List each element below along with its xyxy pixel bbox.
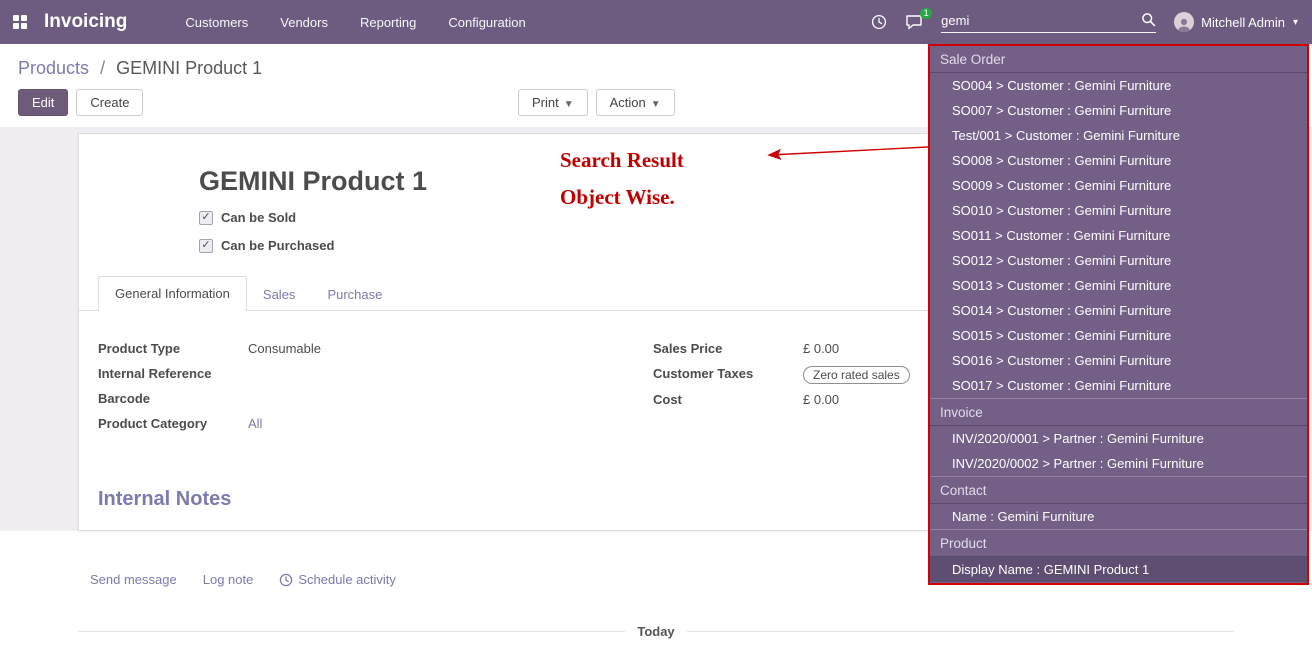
schedule-activity-link[interactable]: Schedule activity xyxy=(279,572,396,587)
can-be-sold-checkbox[interactable]: ✓ xyxy=(199,211,213,225)
today-label: Today xyxy=(637,624,674,639)
field-column-left: Product Type Consumable Internal Referen… xyxy=(98,341,653,441)
breadcrumb-separator: / xyxy=(100,58,105,78)
annotation-text: Search Result Object Wise. xyxy=(560,148,684,222)
send-message-link[interactable]: Send message xyxy=(90,572,177,587)
section-header-contact: Contact xyxy=(930,476,1307,504)
search-result-item[interactable]: SO009 > Customer : Gemini Furniture xyxy=(930,173,1307,198)
systray: 1 Mitchell Admin ▾ xyxy=(871,12,1298,33)
search-result-item[interactable]: SO016 > Customer : Gemini Furniture xyxy=(930,348,1307,373)
field-label: Product Category xyxy=(98,416,248,433)
can-be-purchased-checkbox[interactable]: ✓ xyxy=(199,239,213,253)
annotation-arrow xyxy=(758,140,933,164)
can-be-sold-label: Can be Sold xyxy=(221,210,296,225)
tab-general-information[interactable]: General Information xyxy=(98,276,247,311)
search-result-item[interactable]: SO008 > Customer : Gemini Furniture xyxy=(930,148,1307,173)
menu-configuration[interactable]: Configuration xyxy=(446,11,527,34)
field-value: Consumable xyxy=(248,341,321,358)
search-result-item[interactable]: SO004 > Customer : Gemini Furniture xyxy=(930,73,1307,98)
field-value: £ 0.00 xyxy=(803,392,839,409)
top-menu-bar: Customers Vendors Reporting Configuratio… xyxy=(183,11,527,34)
record-buttons: Edit Create xyxy=(18,89,143,116)
checkmark-icon: ✓ xyxy=(201,240,210,251)
search-results-dropdown: Sale Order SO004 > Customer : Gemini Fur… xyxy=(928,44,1309,585)
search-result-item[interactable]: INV/2020/0001 > Partner : Gemini Furnitu… xyxy=(930,426,1307,451)
search-result-item[interactable]: SO012 > Customer : Gemini Furniture xyxy=(930,248,1307,273)
search-result-item[interactable]: SO013 > Customer : Gemini Furniture xyxy=(930,273,1307,298)
checkmark-icon: ✓ xyxy=(201,212,210,223)
breadcrumb-current: GEMINI Product 1 xyxy=(116,58,262,78)
tab-sales[interactable]: Sales xyxy=(247,278,312,311)
breadcrumb: Products / GEMINI Product 1 xyxy=(18,58,262,79)
menu-vendors[interactable]: Vendors xyxy=(278,11,330,34)
search-result-item[interactable]: INV/2020/0002 > Partner : Gemini Furnitu… xyxy=(930,451,1307,476)
field-internal-reference: Internal Reference xyxy=(98,366,653,383)
user-menu[interactable]: Mitchell Admin ▾ xyxy=(1174,12,1298,32)
caret-down-icon: ▾ xyxy=(1293,17,1298,28)
search-result-item[interactable]: Name : Gemini Furniture xyxy=(930,504,1307,529)
apps-grid-icon[interactable] xyxy=(13,15,27,29)
create-button[interactable]: Create xyxy=(76,89,143,116)
field-label: Sales Price xyxy=(653,341,803,358)
field-label: Internal Reference xyxy=(98,366,248,383)
field-label: Barcode xyxy=(98,391,248,408)
product-category-link[interactable]: All xyxy=(248,416,262,433)
search-result-item[interactable]: SO010 > Customer : Gemini Furniture xyxy=(930,198,1307,223)
menu-reporting[interactable]: Reporting xyxy=(358,11,418,34)
global-search-box xyxy=(941,12,1156,33)
annotation-line1: Search Result xyxy=(560,148,684,173)
field-label: Product Type xyxy=(98,341,248,358)
messages-badge: 1 xyxy=(920,8,932,19)
search-result-item[interactable]: SO007 > Customer : Gemini Furniture xyxy=(930,98,1307,123)
print-dropdown-button[interactable]: Print▼ xyxy=(518,89,588,116)
search-result-item[interactable]: Test/001 > Customer : Gemini Furniture xyxy=(930,123,1307,148)
messages-icon[interactable]: 1 xyxy=(905,14,923,30)
search-result-item[interactable]: SO015 > Customer : Gemini Furniture xyxy=(930,323,1307,348)
section-header-product: Product xyxy=(930,529,1307,557)
chatter-actions: Send message Log note Schedule activity xyxy=(90,572,396,587)
edit-button[interactable]: Edit xyxy=(18,89,68,116)
app-title[interactable]: Invoicing xyxy=(44,11,127,33)
field-product-category: Product Category All xyxy=(98,416,653,433)
field-label: Cost xyxy=(653,392,803,409)
action-dropdown-button[interactable]: Action▼ xyxy=(596,89,675,116)
user-name: Mitchell Admin xyxy=(1201,15,1285,30)
section-header-invoice: Invoice xyxy=(930,398,1307,426)
caret-down-icon: ▼ xyxy=(564,99,574,110)
user-avatar xyxy=(1174,12,1194,32)
field-label: Customer Taxes xyxy=(653,366,803,384)
search-input[interactable] xyxy=(941,13,1141,28)
section-header-sale-order: Sale Order xyxy=(930,46,1307,73)
search-result-item[interactable]: Display Name : GEMINI Product 1 xyxy=(930,557,1307,582)
action-buttons: Print▼ Action▼ xyxy=(518,89,675,116)
breadcrumb-products-link[interactable]: Products xyxy=(18,58,89,78)
clock-icon xyxy=(279,573,293,587)
activities-clock-icon[interactable] xyxy=(871,14,887,30)
field-barcode: Barcode xyxy=(98,391,653,408)
search-result-item[interactable]: SO014 > Customer : Gemini Furniture xyxy=(930,298,1307,323)
search-result-item[interactable]: SO011 > Customer : Gemini Furniture xyxy=(930,223,1307,248)
menu-customers[interactable]: Customers xyxy=(183,11,250,34)
field-product-type: Product Type Consumable xyxy=(98,341,653,358)
log-note-link[interactable]: Log note xyxy=(203,572,254,587)
field-value: £ 0.00 xyxy=(803,341,839,358)
caret-down-icon: ▼ xyxy=(651,99,661,110)
today-divider: Today xyxy=(78,624,1234,639)
customer-taxes-badge[interactable]: Zero rated sales xyxy=(803,366,910,384)
search-icon[interactable] xyxy=(1141,12,1156,30)
top-navbar: Invoicing Customers Vendors Reporting Co… xyxy=(0,0,1312,44)
tab-purchase[interactable]: Purchase xyxy=(311,278,398,311)
annotation-line2: Object Wise. xyxy=(560,185,684,210)
search-result-item[interactable]: SO017 > Customer : Gemini Furniture xyxy=(930,373,1307,398)
can-be-purchased-label: Can be Purchased xyxy=(221,238,334,253)
